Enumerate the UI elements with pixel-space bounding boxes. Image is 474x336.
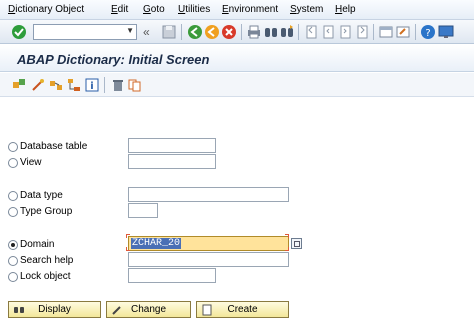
change-button-label: Change xyxy=(130,304,167,315)
command-input[interactable] xyxy=(34,25,122,39)
copy-icon[interactable] xyxy=(127,77,143,93)
previous-page-icon[interactable] xyxy=(320,24,336,40)
focus-corner xyxy=(126,247,130,251)
menu-goto[interactable]: Goto xyxy=(143,4,165,15)
type-group-radio[interactable] xyxy=(8,207,18,217)
menu-bar: Dictionary Object Edit Goto Utilities En… xyxy=(0,0,474,20)
where-used-icon[interactable] xyxy=(48,77,64,93)
layout-icon[interactable] xyxy=(438,24,454,40)
search-help-label: Search help xyxy=(20,255,74,266)
toolbar-separator xyxy=(241,24,242,40)
new-document-icon xyxy=(202,304,212,316)
domain-input-value[interactable]: ZCHAR_20 xyxy=(131,238,182,249)
menu-environment[interactable]: Environment xyxy=(222,4,278,15)
help-icon[interactable]: ? xyxy=(420,24,436,40)
svg-text:i: i xyxy=(90,81,93,92)
next-page-icon[interactable] xyxy=(337,24,353,40)
display-icon xyxy=(14,307,24,313)
display-button-label: Display xyxy=(38,304,71,315)
database-table-input[interactable] xyxy=(129,139,215,152)
value-help-icon[interactable] xyxy=(291,238,302,249)
chevron-down-icon[interactable]: ▼ xyxy=(126,26,134,35)
hierarchy-icon[interactable] xyxy=(66,77,82,93)
search-help-input[interactable] xyxy=(129,253,288,266)
collapse-icon[interactable]: « xyxy=(143,24,159,40)
command-field[interactable]: ▼ xyxy=(33,24,137,40)
lock-object-radio[interactable] xyxy=(8,272,18,282)
create-button-label: Create xyxy=(227,304,258,315)
exit-icon[interactable] xyxy=(204,24,220,40)
data-type-input[interactable] xyxy=(129,188,288,201)
title-bar: ABAP Dictionary: Initial Screen xyxy=(0,45,474,72)
toolbar-separator xyxy=(373,24,374,40)
data-type-field[interactable] xyxy=(128,187,289,202)
menu-system[interactable]: System xyxy=(290,4,323,15)
toolbar-separator xyxy=(298,24,299,40)
svg-text:?: ? xyxy=(425,28,430,39)
view-label: View xyxy=(20,157,42,168)
view-field[interactable] xyxy=(128,154,216,169)
focus-corner xyxy=(285,234,289,238)
toolbar-separator xyxy=(104,77,105,93)
cancel-icon[interactable] xyxy=(221,24,237,40)
shortcut-icon[interactable] xyxy=(395,24,411,40)
page-title: ABAP Dictionary: Initial Screen xyxy=(17,52,210,67)
menu-utilities[interactable]: Utilities xyxy=(178,4,210,15)
domain-field[interactable]: ZCHAR_20 xyxy=(128,236,289,251)
save-icon[interactable] xyxy=(161,24,177,40)
new-session-icon[interactable] xyxy=(378,24,394,40)
database-table-label: Database table xyxy=(20,141,88,152)
lock-object-field[interactable] xyxy=(128,268,216,283)
print-icon[interactable] xyxy=(246,24,262,40)
find-icon[interactable] xyxy=(263,24,279,40)
domain-radio[interactable] xyxy=(8,240,18,250)
last-page-icon[interactable] xyxy=(354,24,370,40)
lock-object-label: Lock object xyxy=(20,271,71,282)
enter-icon[interactable] xyxy=(11,24,27,40)
lock-object-input[interactable] xyxy=(129,269,215,282)
menu-help[interactable]: Help xyxy=(335,4,356,15)
menu-dictionary-object[interactable]: Dictionary Object xyxy=(8,4,84,15)
info-icon[interactable]: i xyxy=(84,77,100,93)
menu-edit[interactable]: Edit xyxy=(111,4,128,15)
edit-icon[interactable] xyxy=(30,77,46,93)
pencil-icon xyxy=(112,306,121,315)
data-type-radio[interactable] xyxy=(8,191,18,201)
selection-form: Database table View Data type Type Group… xyxy=(0,98,474,336)
other-object-icon[interactable] xyxy=(11,77,27,93)
create-button[interactable]: Create xyxy=(196,301,289,318)
type-group-label: Type Group xyxy=(20,206,73,217)
change-button[interactable]: Change xyxy=(106,301,191,318)
view-input[interactable] xyxy=(129,155,215,168)
delete-icon[interactable] xyxy=(110,77,126,93)
first-page-icon[interactable] xyxy=(303,24,319,40)
search-help-radio[interactable] xyxy=(8,256,18,266)
display-button[interactable]: Display xyxy=(8,301,101,318)
search-help-field[interactable] xyxy=(128,252,289,267)
view-radio[interactable] xyxy=(8,158,18,168)
database-table-radio[interactable] xyxy=(8,142,18,152)
domain-label: Domain xyxy=(20,239,55,250)
toolbar-separator xyxy=(181,24,182,40)
focus-corner xyxy=(126,234,130,238)
database-table-field[interactable] xyxy=(128,138,216,153)
focus-corner xyxy=(285,247,289,251)
type-group-field[interactable] xyxy=(128,203,158,218)
find-next-icon[interactable] xyxy=(279,24,295,40)
data-type-label: Data type xyxy=(20,190,63,201)
system-toolbar: ▼ « ? xyxy=(0,20,474,44)
type-group-input[interactable] xyxy=(129,204,157,217)
toolbar-separator xyxy=(415,24,416,40)
back-icon[interactable] xyxy=(187,24,203,40)
application-toolbar: i xyxy=(0,73,474,97)
